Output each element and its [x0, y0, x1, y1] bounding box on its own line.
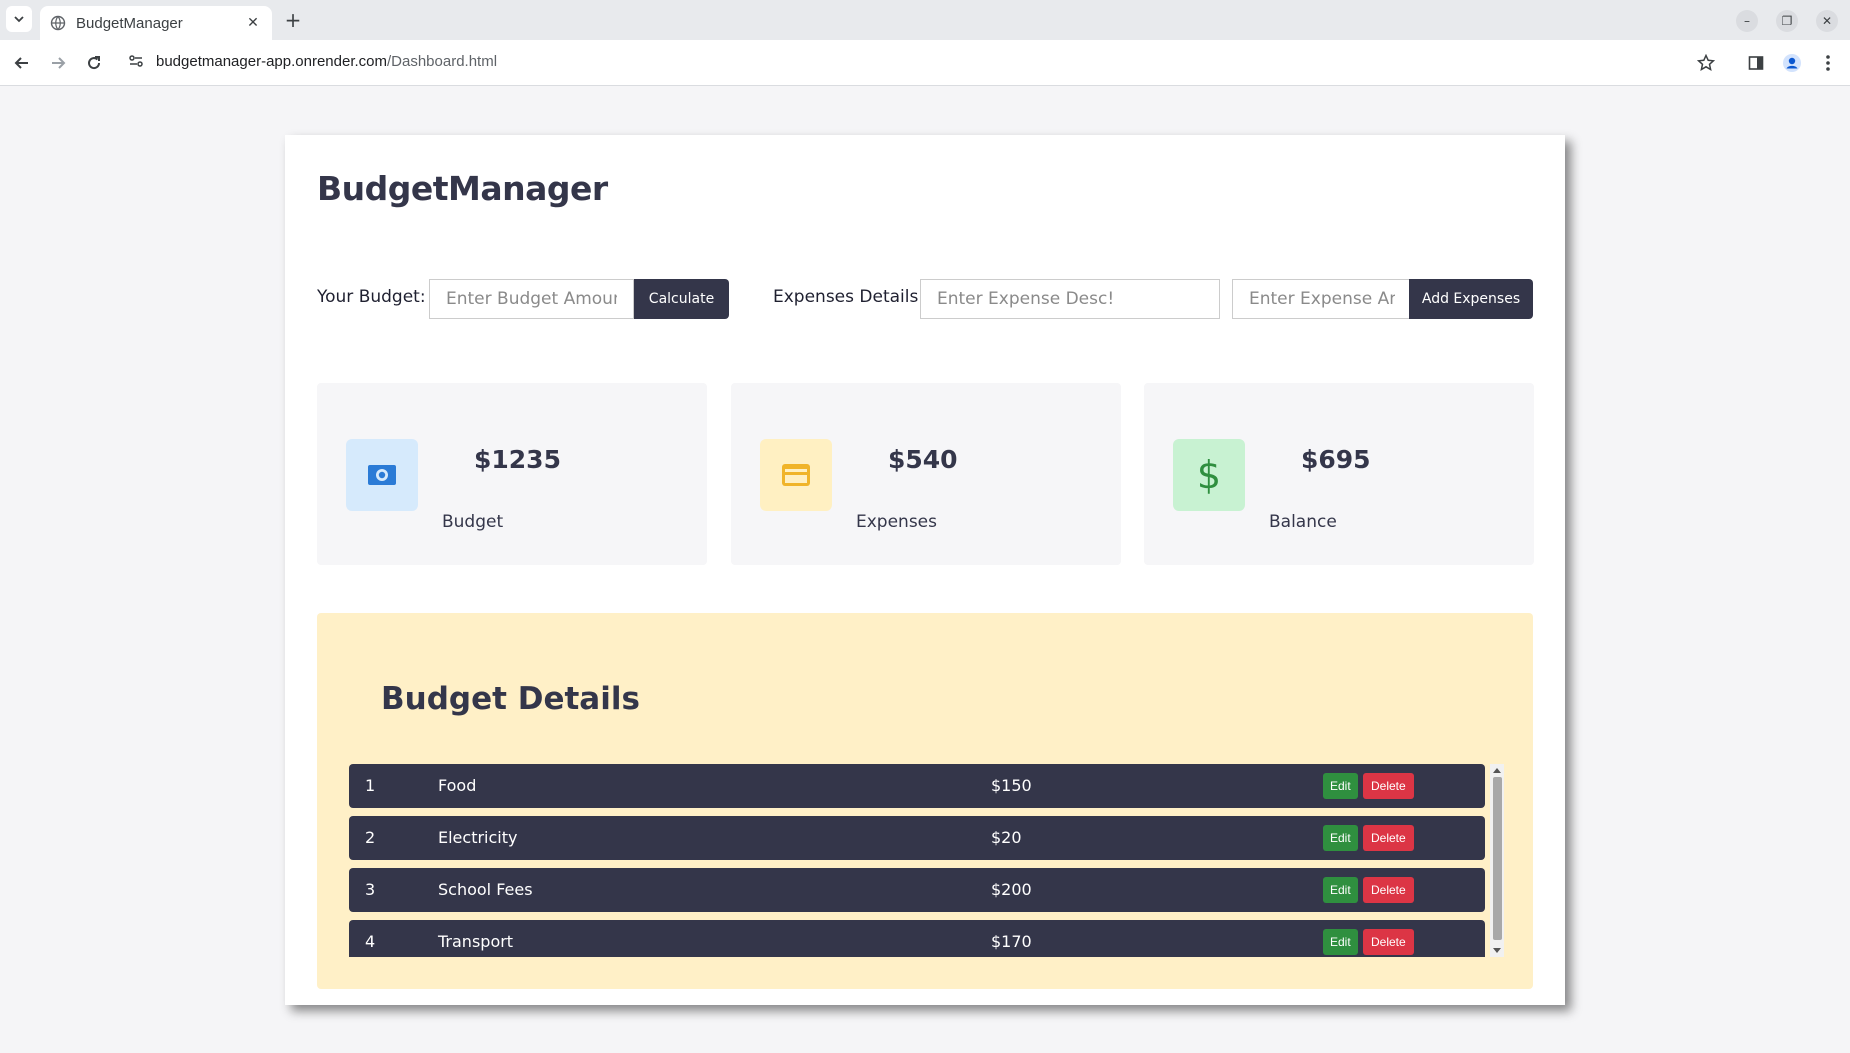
expense-row: 2 Electricity $20 Edit Delete [349, 816, 1485, 860]
scroll-up-arrow-icon[interactable] [1493, 768, 1501, 773]
restore-icon[interactable]: ❐ [1776, 10, 1798, 32]
budget-label: Your Budget: [317, 287, 426, 307]
input-row: Your Budget: Calculate Expenses Details:… [317, 279, 1533, 319]
minimize-icon[interactable]: – [1736, 10, 1758, 32]
menu-dots-icon[interactable] [1816, 51, 1840, 75]
budget-details-panel: Budget Details 1 Food $150 Edit Delete 2… [317, 613, 1533, 989]
browser-tab[interactable]: BudgetManager ✕ [40, 6, 272, 40]
row-index: 4 [365, 932, 376, 951]
address-toolbar: budgetmanager-app.onrender.com/Dashboard… [0, 40, 1850, 86]
row-amount: $170 [991, 932, 1032, 951]
edit-button[interactable]: Edit [1323, 773, 1358, 799]
expenses-caption: Expenses [856, 512, 937, 532]
side-panel-icon[interactable] [1744, 51, 1768, 75]
chevron-down-icon [14, 16, 24, 23]
url-field[interactable]: budgetmanager-app.onrender.com/Dashboard… [156, 53, 497, 70]
money-icon [346, 439, 418, 511]
edit-button[interactable]: Edit [1323, 877, 1358, 903]
browser-tab-strip: BudgetManager ✕ + – ❐ ✕ [0, 0, 1850, 40]
row-amount: $20 [991, 828, 1022, 847]
expense-list[interactable]: 1 Food $150 Edit Delete 2 Electricity $2… [349, 764, 1489, 957]
balance-value: $695 [1301, 445, 1371, 474]
expense-row: 1 Food $150 Edit Delete [349, 764, 1485, 808]
dashboard-card: BudgetManager Your Budget: Calculate Exp… [285, 135, 1565, 1005]
delete-button[interactable]: Delete [1363, 773, 1414, 799]
close-window-icon[interactable]: ✕ [1816, 10, 1838, 32]
url-path: /Dashboard.html [387, 53, 498, 70]
expenses-details-label: Expenses Details: [773, 287, 925, 307]
bookmark-star-icon[interactable] [1694, 51, 1718, 75]
close-tab-icon[interactable]: ✕ [244, 15, 262, 31]
expense-row: 4 Transport $170 Edit Delete [349, 920, 1485, 957]
delete-button[interactable]: Delete [1363, 825, 1414, 851]
list-scrollbar[interactable] [1490, 764, 1504, 957]
forward-icon[interactable] [46, 51, 70, 75]
reload-icon[interactable] [82, 51, 106, 75]
scroll-down-arrow-icon[interactable] [1493, 948, 1501, 953]
row-name: Transport [438, 932, 514, 951]
site-info-icon[interactable] [128, 53, 144, 73]
tab-title: BudgetManager [76, 14, 183, 32]
url-host: budgetmanager-app.onrender.com [156, 53, 387, 70]
expenses-stat-card: $540 Expenses [731, 383, 1121, 565]
expense-row: 3 School Fees $200 Edit Delete [349, 868, 1485, 912]
profile-avatar-icon[interactable] [1780, 51, 1804, 75]
budget-caption: Budget [442, 512, 504, 532]
row-index: 1 [365, 776, 376, 795]
budget-stat-card: $1235 Budget [317, 383, 707, 565]
balance-stat-card: $ $695 Balance [1144, 383, 1534, 565]
expense-desc-input[interactable] [920, 279, 1220, 319]
expense-amount-input[interactable] [1232, 279, 1412, 319]
edit-button[interactable]: Edit [1323, 929, 1358, 955]
budget-input[interactable] [429, 279, 634, 319]
edit-button[interactable]: Edit [1323, 825, 1358, 851]
budget-value: $1235 [474, 445, 561, 474]
row-amount: $150 [991, 776, 1032, 795]
balance-caption: Balance [1269, 512, 1337, 532]
delete-button[interactable]: Delete [1363, 877, 1414, 903]
new-tab-button[interactable]: + [282, 9, 304, 31]
app-title: BudgetManager [317, 169, 608, 208]
expenses-value: $540 [888, 445, 958, 474]
row-index: 2 [365, 828, 376, 847]
scroll-thumb[interactable] [1493, 777, 1502, 940]
tab-search-button[interactable] [6, 6, 32, 32]
dollar-icon: $ [1173, 439, 1245, 511]
budget-details-title: Budget Details [381, 681, 640, 717]
row-name: Electricity [438, 828, 518, 847]
credit-card-icon [760, 439, 832, 511]
row-name: Food [438, 776, 477, 795]
globe-icon [50, 15, 66, 31]
row-amount: $200 [991, 880, 1032, 899]
back-icon[interactable] [10, 51, 34, 75]
calculate-button[interactable]: Calculate [634, 279, 729, 319]
row-index: 3 [365, 880, 376, 899]
delete-button[interactable]: Delete [1363, 929, 1414, 955]
row-name: School Fees [438, 880, 533, 899]
add-expenses-button[interactable]: Add Expenses [1409, 279, 1533, 319]
